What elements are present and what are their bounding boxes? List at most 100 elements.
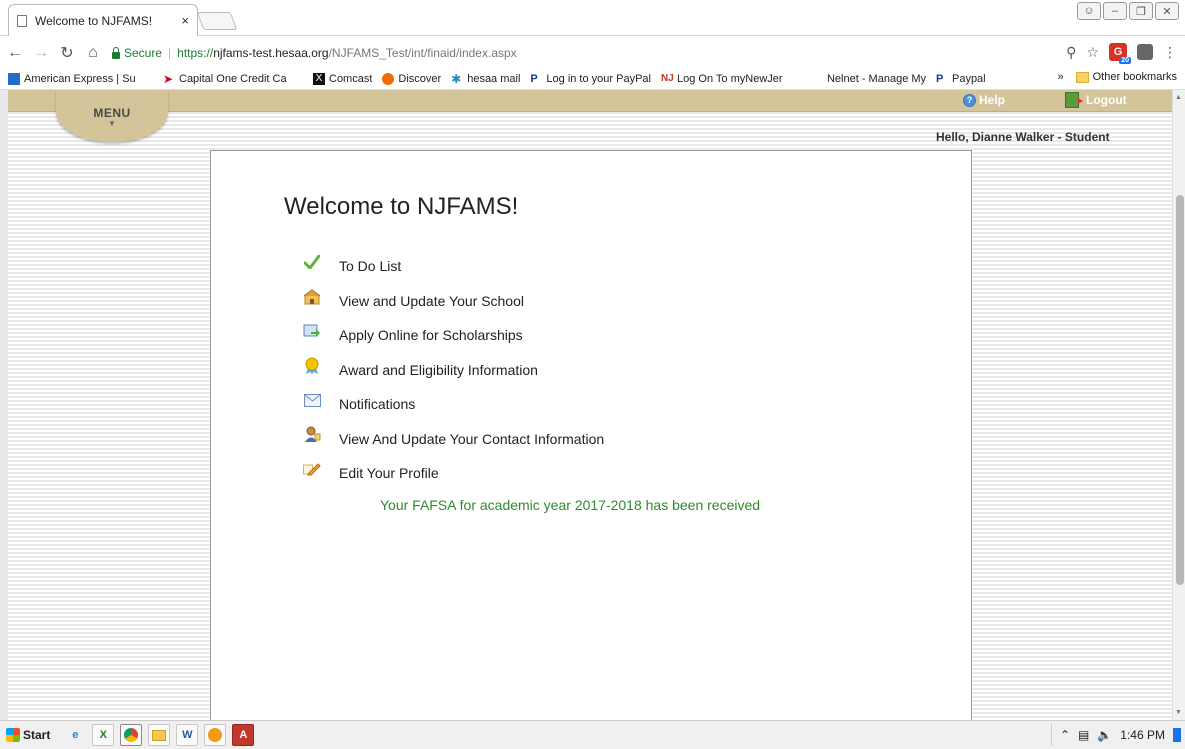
bookmark-item[interactable]: P Log in to your PayPal [530,73,651,85]
page-viewport: MENU ▼ ? Help Logout Hello, Dianne Walke… [0,90,1172,720]
browser-tab[interactable]: Welcome to NJFAMS! × [8,4,198,36]
bookmark-item[interactable]: P Paypal [936,73,986,85]
hesaa-icon: ✱ [451,72,462,85]
folder-icon [1075,71,1089,83]
start-button[interactable]: Start [0,723,56,747]
user-greeting: Hello, Dianne Walker - Student [936,130,1110,144]
menu-item-label: Apply Online for Scholarships [339,327,523,344]
bookmark-item[interactable]: X Comcast [313,72,372,85]
minimize-button[interactable]: – [1103,2,1127,20]
toolbar-actions: ⚲ ☆ G 20 ⋮ [1066,43,1177,64]
tray-expand-icon[interactable]: ⌃ [1060,728,1070,742]
menu-item-label: To Do List [339,258,402,275]
discover-icon [382,72,395,85]
menu-item-award-eligibility[interactable]: Award and Eligibility Information [303,353,604,388]
fafsa-status-message: Your FAFSA for academic year 2017-2018 h… [380,497,761,513]
logout-link[interactable]: Logout [1065,92,1127,108]
help-link[interactable]: ? Help [963,93,1005,107]
menu-item-edit-profile[interactable]: Edit Your Profile [303,456,604,491]
bookmark-star-icon[interactable]: ☆ [1086,44,1099,61]
restore-button[interactable]: ❐ [1129,2,1153,20]
scroll-thumb[interactable] [1176,195,1184,585]
menu-label: MENU [93,106,131,120]
bookmark-item[interactable]: American Express | Su [8,72,153,85]
envelope-icon [303,391,321,409]
word-icon[interactable]: W [176,724,199,746]
menu-item-label: Notifications [339,396,416,413]
logout-label: Logout [1086,93,1127,107]
volume-icon[interactable]: 🔈 [1097,728,1112,742]
bookmarks-overflow: » Other bookmarks [1058,71,1178,83]
window-controls: ☺ – ❐ ✕ [1077,2,1179,20]
back-icon[interactable]: ← [4,42,26,64]
contact-icon [303,426,321,444]
home-icon[interactable]: ⌂ [82,42,104,64]
extension-icon[interactable]: G 20 [1109,43,1131,64]
tab-title: Welcome to NJFAMS! [35,13,153,28]
browser-toolbar: ← → ↻ ⌂ Secure | https:// njfams-test.he… [0,40,1185,66]
url-path: /NJFAMS_Test/int/finaid/index.aspx [328,46,517,60]
help-label: Help [979,93,1006,107]
main-content-panel: Welcome to NJFAMS! To Do List View and U… [210,150,972,720]
browser-titlebar: Welcome to NJFAMS! × ☺ – ❐ ✕ [0,0,1185,36]
menu-item-apply-scholarships[interactable]: Apply Online for Scholarships [303,318,604,353]
menu-button[interactable]: MENU ▼ [56,90,168,142]
pencil-icon [303,460,321,478]
page-title: Welcome to NJFAMS! [284,193,519,220]
user-icon[interactable]: ☺ [1077,2,1101,20]
show-desktop-button[interactable] [1173,728,1181,742]
menu-item-view-update-school[interactable]: View and Update Your School [303,284,604,319]
page-icon [17,14,27,27]
logout-icon [1065,92,1083,108]
excel-icon[interactable]: X [92,724,115,746]
home-menu-list: To Do List View and Update Your School A… [303,249,604,491]
menu-item-to-do-list[interactable]: To Do List [303,249,604,284]
tab-close-icon[interactable]: × [181,13,189,28]
bookmark-item[interactable]: Nelnet - Manage My [811,73,926,85]
paypal-icon: P [935,72,944,85]
forward-icon[interactable]: → [30,42,52,64]
zoom-icon[interactable]: ⚲ [1066,44,1076,61]
bookmark-item[interactable]: ➤ Capital One Credit Ca [163,73,303,85]
school-icon [303,288,321,306]
capital-one-icon: ➤ [163,72,174,85]
nelnet-icon [811,73,823,85]
help-icon: ? [963,93,976,107]
url-host: njfams-test.hesaa.org [213,46,329,60]
clock-time[interactable]: 1:46 PM [1120,728,1165,742]
file-explorer-icon[interactable] [148,724,171,746]
lock-icon [112,46,120,59]
comcast-icon: X [313,72,325,85]
chevron-down-icon: ▼ [108,119,116,128]
menu-item-notifications[interactable]: Notifications [303,387,604,422]
menu-item-contact-info[interactable]: View And Update Your Contact Information [303,422,604,457]
secure-label: Secure [124,46,163,60]
scroll-down-icon[interactable]: ▼ [1175,709,1182,716]
address-bar[interactable]: Secure | https:// njfams-test.hesaa.org … [112,42,1102,64]
bookmark-item[interactable]: NJ Log On To myNewJer [661,73,801,85]
menu-item-label: Award and Eligibility Information [339,361,538,378]
extension-2-icon[interactable] [1137,44,1153,60]
bookmarks-bar: American Express | Su ➤ Capital One Credi… [0,68,1185,90]
acrobat-icon[interactable]: A [232,724,255,746]
bookmark-item[interactable]: ✱ hesaa mail [451,73,520,85]
scroll-up-icon[interactable]: ▲ [1175,94,1182,101]
system-tray: ⌃ ▤ 🔈 1:46 PM [1050,724,1181,746]
new-tab-button[interactable] [196,12,238,30]
chrome-icon[interactable] [120,724,143,746]
app-icon[interactable] [204,724,227,746]
award-icon [303,357,321,375]
start-label: Start [23,728,51,742]
close-window-button[interactable]: ✕ [1155,2,1179,20]
bookmarks-overflow-button[interactable]: » [1058,71,1064,83]
reload-icon[interactable]: ↻ [56,42,78,64]
internet-explorer-icon[interactable]: e [64,724,86,746]
other-bookmarks[interactable]: Other bookmarks [1093,71,1177,83]
network-icon[interactable]: ▤ [1078,728,1089,742]
bookmark-item[interactable]: Discover [382,72,441,85]
taskbar-apps: e X W A [64,724,255,746]
nj-icon: NJ [660,72,674,84]
page-scrollbar[interactable]: ▲ ▼ [1172,90,1185,720]
kebab-menu-icon[interactable]: ⋮ [1163,44,1177,61]
checkmark-icon [303,253,321,271]
